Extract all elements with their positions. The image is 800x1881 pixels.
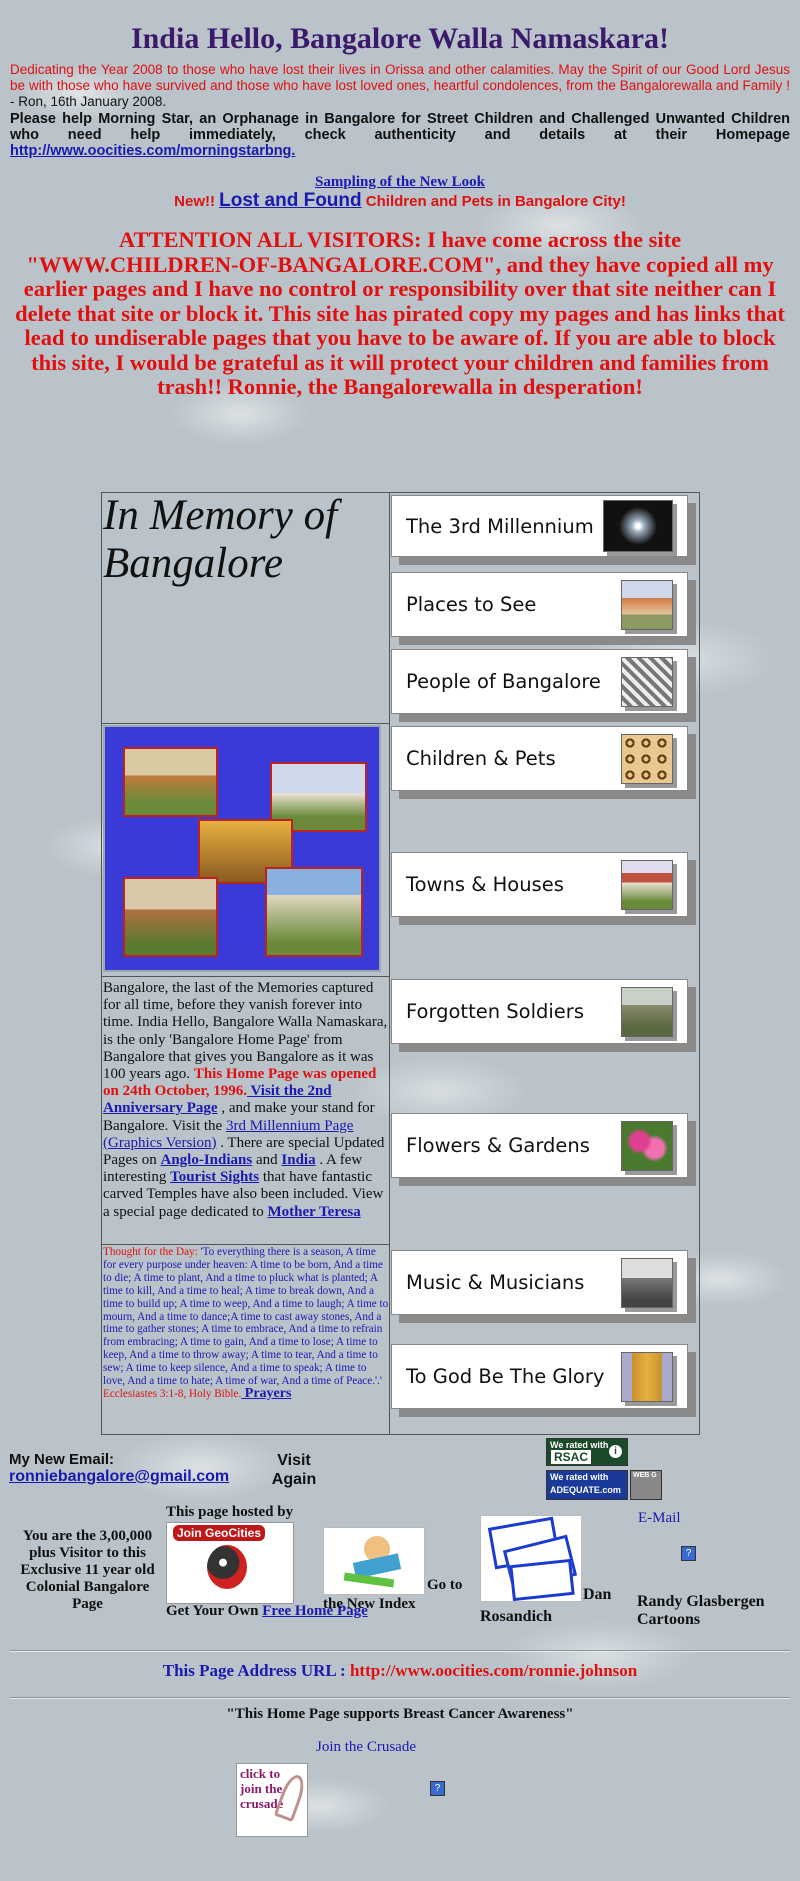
- email-link[interactable]: ronniebangalore@gmail.com: [9, 1468, 229, 1486]
- divider: [10, 1650, 790, 1652]
- nav-button-flowers-gardens[interactable]: Flowers & Gardens: [391, 1113, 688, 1178]
- nav-button-places[interactable]: Places to See: [391, 572, 688, 637]
- band-icon: [621, 1257, 673, 1308]
- nav-label: Forgotten Soldiers: [406, 1000, 584, 1023]
- palace-icon: [621, 579, 673, 630]
- nav-label: People of Bangalore: [406, 670, 601, 693]
- table-row-line: [101, 1244, 390, 1245]
- page-url: This Page Address URL : http://www.oocit…: [162, 1661, 638, 1680]
- nav-label: To God Be The Glory: [406, 1365, 605, 1388]
- flower-icon: [621, 1120, 673, 1171]
- email-right-link[interactable]: E-Mail: [638, 1510, 681, 1527]
- adequate-badge[interactable]: We rated with ADEQUATE.com: [546, 1470, 628, 1500]
- nav-label: Children & Pets: [406, 747, 556, 770]
- thought-for-the-day: Thought for the Day: 'To everything ther…: [103, 1246, 389, 1401]
- bangalore-collage-image: [103, 725, 381, 972]
- starburst-icon: [603, 500, 673, 552]
- nav-button-children-pets[interactable]: Children & Pets: [391, 726, 688, 791]
- broken-image-icon: ?: [430, 1781, 445, 1796]
- geocities-label: Join GeoCities: [173, 1525, 266, 1541]
- lost-found-line: New!! Lost and Found Children and Pets i…: [174, 190, 626, 211]
- nav-label: Music & Musicians: [406, 1271, 585, 1294]
- nav-button-towns-houses[interactable]: Towns & Houses: [391, 852, 688, 917]
- broken-image-icon: ?: [681, 1546, 696, 1561]
- nav-button-3rd-millennium[interactable]: The 3rd Millennium: [391, 495, 688, 557]
- page-title: India Hello, Bangalore Walla Namaskara!: [130, 22, 670, 55]
- lost-found-link[interactable]: Lost and Found: [219, 190, 361, 211]
- orphanage-link[interactable]: http://www.oocities.com/morningstarbng.: [10, 143, 295, 159]
- nav-label: Flowers & Gardens: [406, 1134, 590, 1157]
- table-row-line: [101, 976, 390, 977]
- hosted-by-text: This page hosted by: [166, 1504, 294, 1520]
- info-icon: i: [609, 1445, 622, 1458]
- visit-again-text: Visit Again: [271, 1452, 317, 1488]
- breast-cancer-text: "This Home Page supports Breast Cancer A…: [226, 1706, 574, 1722]
- orphanage-appeal: Please help Morning Star, an Orphanage i…: [10, 111, 790, 159]
- goto-new-index[interactable]: Go to the New Index: [323, 1576, 462, 1614]
- email-label: My New Email:: [9, 1451, 115, 1468]
- india-link[interactable]: India: [281, 1152, 315, 1168]
- nav-button-to-god[interactable]: To God Be The Glory: [391, 1344, 688, 1409]
- nav-button-music[interactable]: Music & Musicians: [391, 1250, 688, 1315]
- randy-glasbergen-cartoons[interactable]: Randy Glasbergen Cartoons: [637, 1593, 800, 1629]
- nav-button-people[interactable]: People of Bangalore: [391, 649, 688, 714]
- join-crusade-link[interactable]: Join the Crusade: [0, 1739, 732, 1756]
- attention-notice: ATTENTION ALL VISITORS: I have come acro…: [15, 227, 785, 399]
- table-row-line: [101, 723, 390, 724]
- nav-label: Places to See: [406, 593, 537, 616]
- geocities-g-icon: [207, 1545, 247, 1589]
- sampling-link[interactable]: Sampling of the New Look: [0, 174, 800, 191]
- house-icon: [621, 859, 673, 910]
- web-g-badge[interactable]: WEB G: [630, 1470, 662, 1500]
- memory-title: In Memory of Bangalore: [103, 492, 338, 587]
- geocities-logo[interactable]: Join GeoCities: [166, 1522, 294, 1604]
- tourist-sights-link[interactable]: Tourist Sights: [170, 1169, 259, 1185]
- nav-label: Towns & Houses: [406, 873, 564, 896]
- rsac-badge[interactable]: We rated with RSAC i: [546, 1438, 628, 1466]
- bangalore-description: Bangalore, the last of the Memories capt…: [103, 980, 388, 1220]
- dan-rosandich-link[interactable]: Dan Rosandich: [480, 1584, 611, 1628]
- nav-button-forgotten-soldiers[interactable]: Forgotten Soldiers: [391, 979, 688, 1044]
- crusade-ribbon-badge[interactable]: click to join the crusade: [236, 1763, 309, 1837]
- anglo-indians-link[interactable]: Anglo-Indians: [161, 1152, 253, 1168]
- dedication-text: Dedicating the Year 2008 to those who ha…: [10, 62, 790, 109]
- people-icon: [621, 656, 673, 707]
- mother-teresa-link[interactable]: Mother Teresa: [268, 1204, 361, 1220]
- memorial-icon: [621, 986, 673, 1037]
- temple-icon: [621, 1351, 673, 1402]
- nav-label: The 3rd Millennium: [406, 514, 594, 538]
- prayers-link[interactable]: Prayers: [241, 1386, 292, 1401]
- divider: [10, 1697, 790, 1699]
- pattern-icon: [621, 733, 673, 784]
- visitor-counter-text: You are the 3,00,000 plus Visitor to thi…: [20, 1528, 155, 1612]
